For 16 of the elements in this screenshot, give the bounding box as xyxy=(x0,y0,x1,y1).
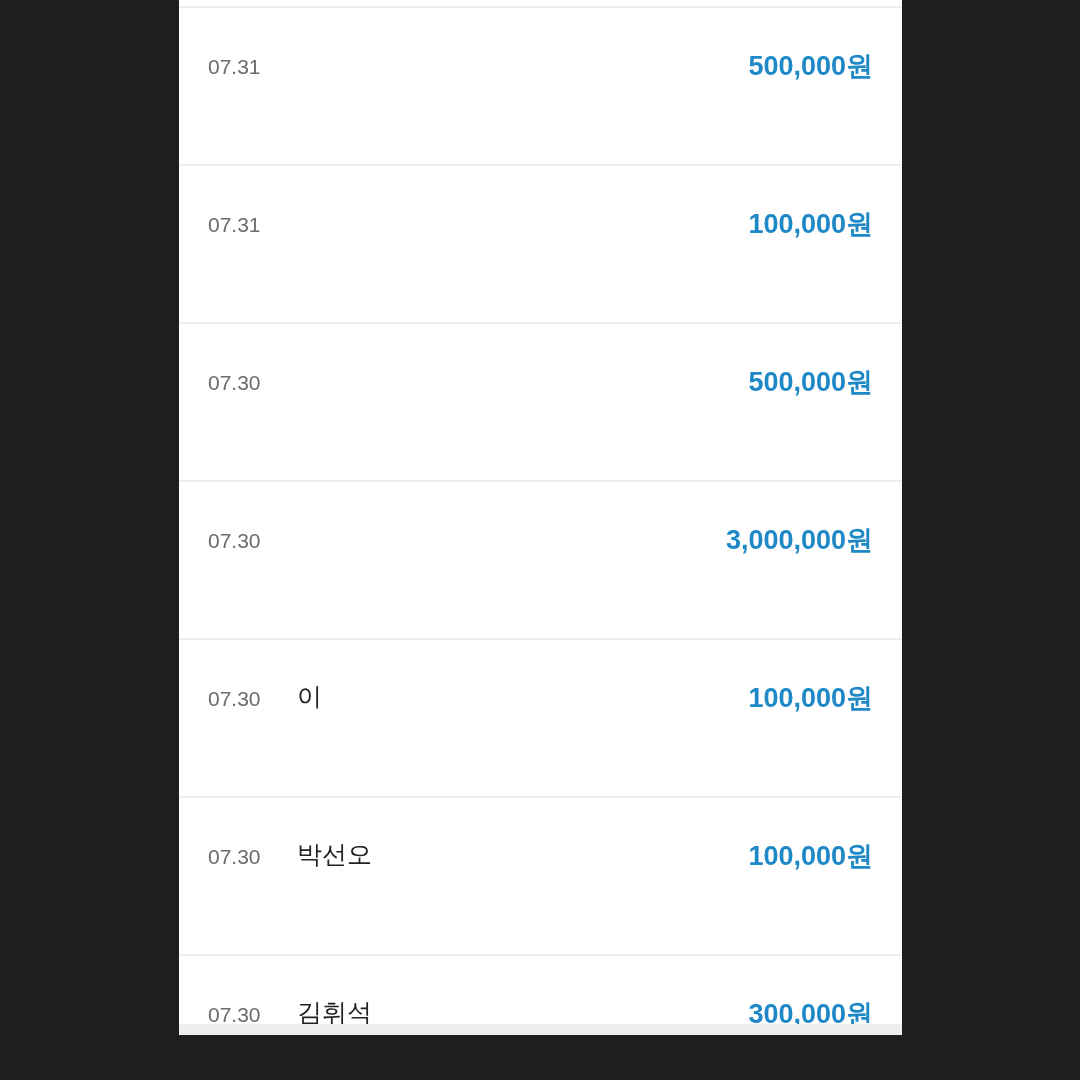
transaction-date: 07.30 xyxy=(208,687,262,709)
transaction-amount: 500,000원 xyxy=(748,52,873,80)
transaction-date: 07.30 xyxy=(208,845,262,867)
transaction-amount: 100,000원 xyxy=(748,684,873,712)
transaction-amount: 3,000,000원 xyxy=(725,526,873,554)
sender-name: 이 xyxy=(297,682,322,710)
transaction-amount: 100,000원 xyxy=(748,210,873,238)
transaction-date: 07.30 xyxy=(208,529,262,551)
sender-name: 김휘석 xyxy=(297,998,372,1026)
transaction-date: 07.31 xyxy=(208,213,262,235)
sender-name: 박선오 xyxy=(297,840,372,868)
transaction-date: 07.30 xyxy=(208,371,262,393)
transaction-date: 07.31 xyxy=(208,55,262,77)
transaction-date: 07.30 xyxy=(208,1003,262,1025)
transaction-amount: 500,000원 xyxy=(748,368,873,396)
transaction-amount: 100,000원 xyxy=(748,842,873,870)
